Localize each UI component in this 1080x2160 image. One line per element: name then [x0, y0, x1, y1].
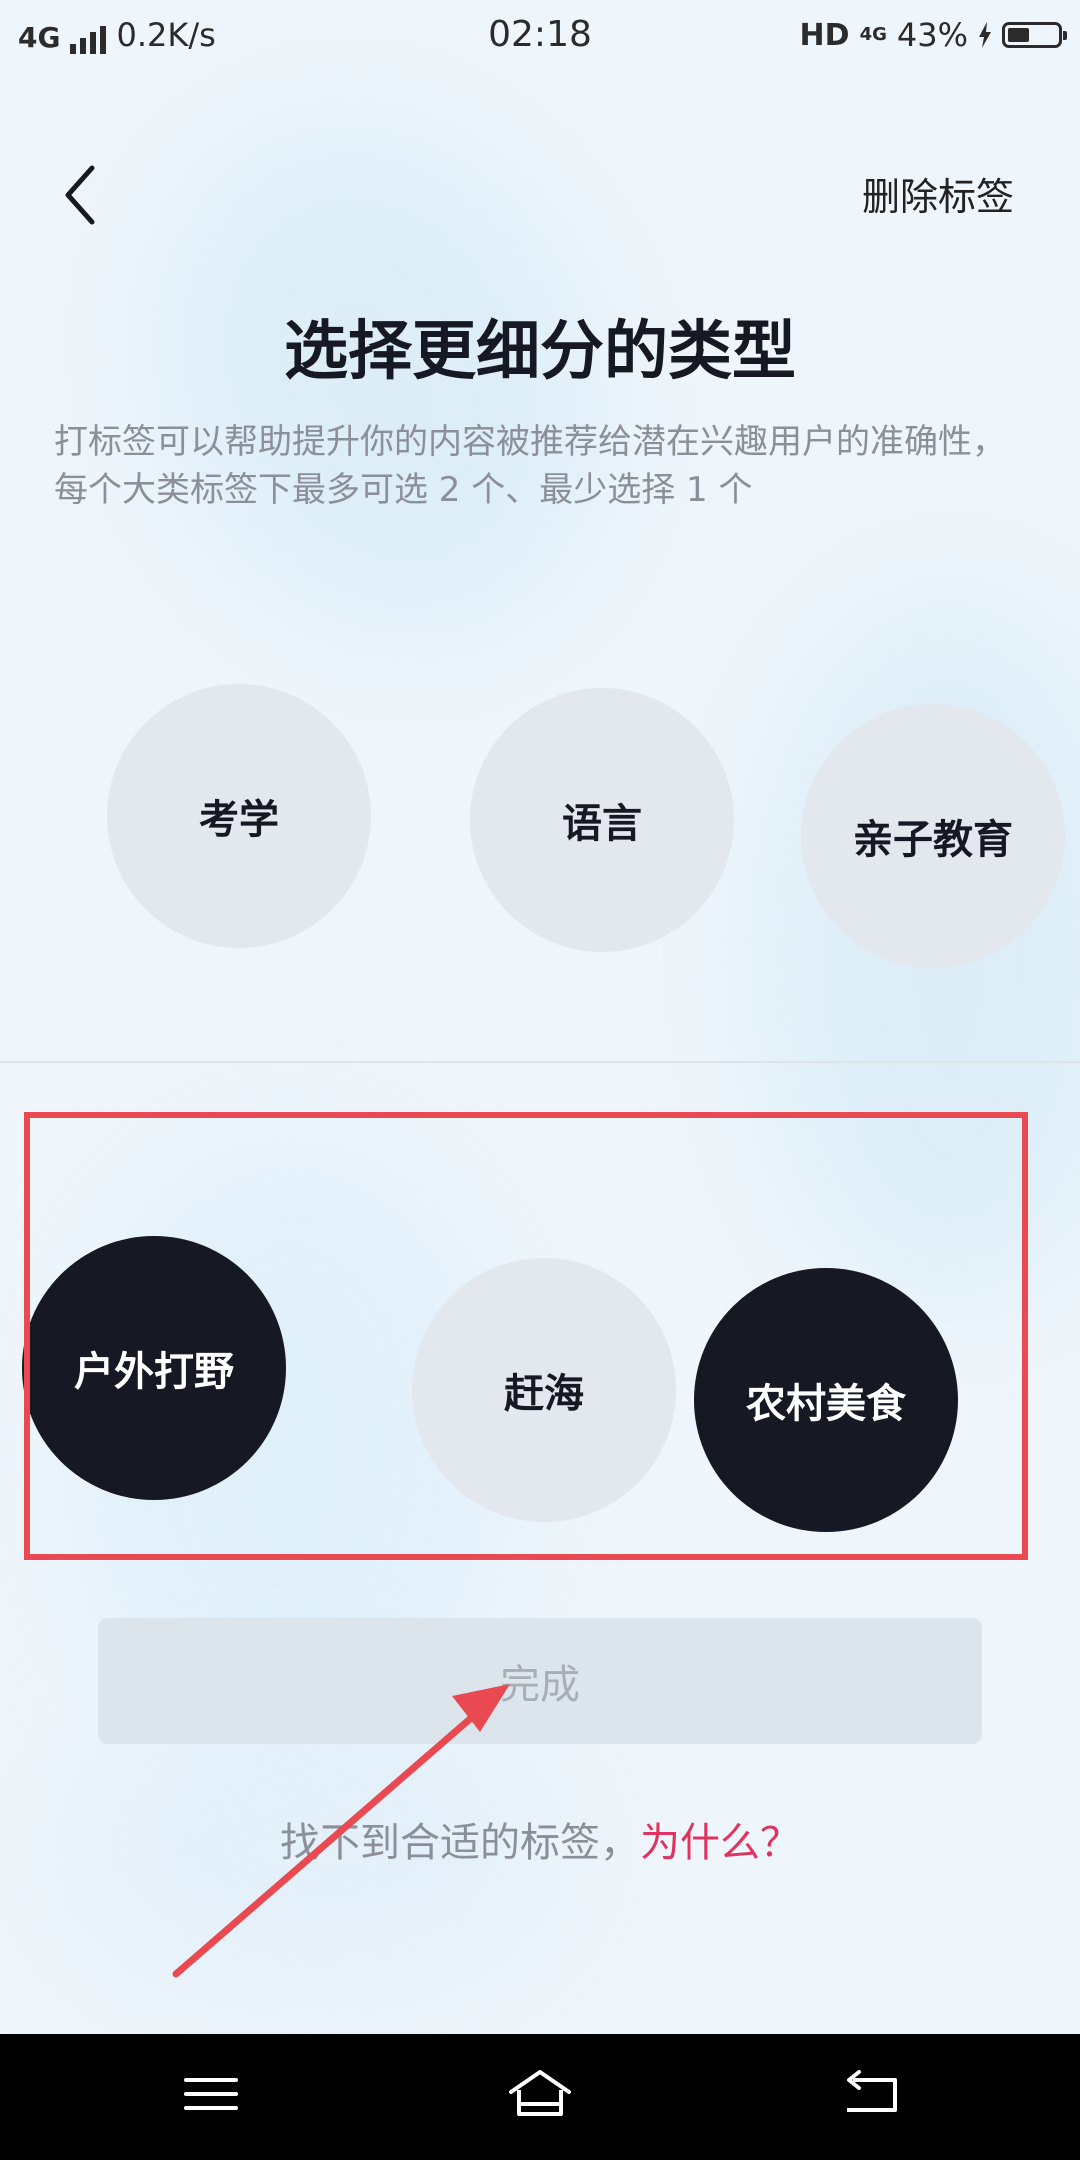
menu-icon[interactable] [176, 2064, 246, 2124]
battery-percent: 43% [896, 16, 968, 54]
tag-ganhai[interactable]: 赶海 [412, 1258, 676, 1522]
back-icon[interactable] [56, 160, 106, 230]
tag-qinzi-jiaoyu[interactable]: 亲子教育 [801, 704, 1065, 968]
group-divider [0, 1061, 1080, 1063]
network-type-label: 4G [859, 24, 887, 45]
page-title: 选择更细分的类型 [284, 315, 796, 389]
done-button[interactable]: 完成 [98, 1618, 982, 1744]
navigation-bar [0, 2034, 1080, 2160]
charging-icon [979, 22, 991, 48]
footer-hint: 找不到合适的标签，为什么？ [0, 1810, 1080, 1868]
page-description: 打标签可以帮助提升你的内容被推荐给潜在兴趣用户的准确性，每个大类标签下最多可选 … [54, 422, 1006, 510]
delete-tags-button[interactable]: 删除标签 [862, 166, 1014, 221]
home-icon[interactable] [505, 2064, 575, 2124]
tag-kaoxue[interactable]: 考学 [107, 684, 371, 948]
back-nav-icon[interactable] [835, 2064, 905, 2124]
hint-text: 找不到合适的标签， [280, 1820, 640, 1866]
status-bar: 4G 0.2K/s 02:18 HD 4G 43% [0, 0, 1080, 76]
tag-nongcun-meishi[interactable]: 农村美食 [694, 1268, 958, 1532]
tag-yuyan[interactable]: 语言 [470, 688, 734, 952]
tag-huwai-daye[interactable]: 户外打野 [22, 1236, 286, 1500]
why-link[interactable]: 为什么？ [640, 1820, 800, 1866]
battery-icon [1002, 22, 1067, 48]
hd-label: HD [799, 17, 850, 53]
